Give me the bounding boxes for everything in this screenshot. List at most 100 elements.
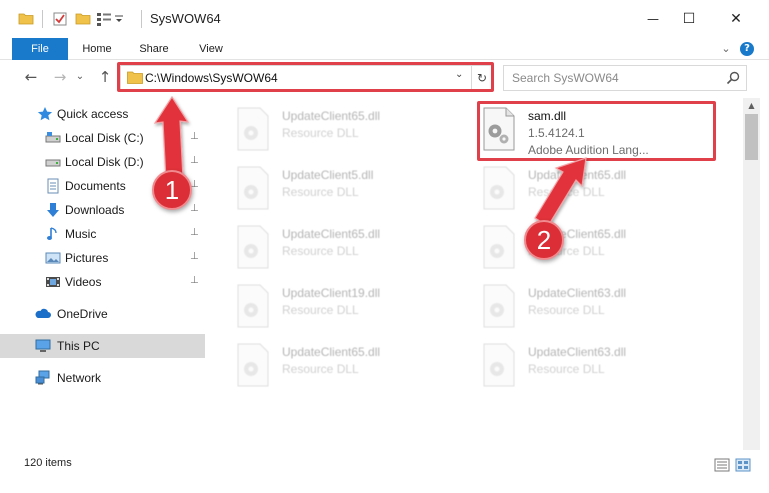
file-type: Resource DLL xyxy=(528,185,605,199)
file-name: UpdateClient65.dll xyxy=(282,109,381,123)
dll-file-icon xyxy=(237,107,269,151)
sidebar-item-network[interactable]: Network xyxy=(0,366,205,390)
title-bar: SysWOW64 — ☐ ✕ xyxy=(0,0,769,38)
large-icons-view-icon[interactable] xyxy=(735,458,751,472)
onedrive-icon xyxy=(35,308,51,318)
sidebar-item-onedrive[interactable]: OneDrive xyxy=(0,302,205,326)
list-item[interactable]: UpdateClient65.dll Resource DLL xyxy=(480,161,715,217)
new-folder-icon[interactable] xyxy=(75,11,91,27)
scroll-thumb[interactable] xyxy=(745,114,758,160)
ribbon-tabs: File Home Share View ⌄ ? xyxy=(0,38,769,60)
dll-file-icon xyxy=(483,166,515,210)
tab-view[interactable]: View xyxy=(188,38,234,60)
tab-file[interactable]: File xyxy=(12,38,68,60)
sidebar-item-label: Downloads xyxy=(65,203,125,217)
maximize-button[interactable]: ☐ xyxy=(666,0,712,38)
step-badge-1: 1 xyxy=(152,170,192,210)
dll-file-icon xyxy=(237,343,269,387)
view-options-icon[interactable] xyxy=(96,11,112,27)
list-item[interactable]: UpdateClient65.dll Resource DLL xyxy=(234,338,469,394)
sidebar-item-label: Videos xyxy=(65,275,102,289)
list-item[interactable]: UpdateClient65.dll Resource DLL xyxy=(480,220,715,276)
scroll-up-icon[interactable]: ▲ xyxy=(743,98,760,114)
file-highlight-box xyxy=(477,101,716,161)
navigation-pane: Quick access Local Disk (C:) ⊥ Local Dis… xyxy=(0,98,210,450)
network-icon xyxy=(35,370,50,385)
pin-icon: ⊥ xyxy=(190,227,199,238)
vertical-scrollbar[interactable]: ▲ xyxy=(743,98,760,450)
dll-file-icon xyxy=(483,343,515,387)
recent-locations-button[interactable]: ⌄ xyxy=(74,67,86,87)
file-type: Resource DLL xyxy=(528,362,605,376)
file-type: Resource DLL xyxy=(282,185,359,199)
file-name: UpdateClient63.dll xyxy=(528,286,627,300)
search-input[interactable] xyxy=(512,70,717,86)
file-type: Resource DLL xyxy=(282,126,359,140)
dll-file-icon xyxy=(237,166,269,210)
pin-icon: ⊥ xyxy=(190,275,199,286)
title-separator xyxy=(42,10,43,28)
help-icon[interactable]: ? xyxy=(740,42,754,56)
customize-quick-access-icon[interactable] xyxy=(114,11,124,27)
close-button[interactable]: ✕ xyxy=(713,0,759,38)
tab-home[interactable]: Home xyxy=(74,38,120,60)
pictures-icon xyxy=(45,252,61,264)
pin-icon: ⊥ xyxy=(190,155,199,166)
pin-icon: ⊥ xyxy=(190,131,199,142)
file-type: Resource DLL xyxy=(282,303,359,317)
sidebar-item-local-disk-c[interactable]: Local Disk (C:) ⊥ xyxy=(0,126,205,150)
pin-icon: ⊥ xyxy=(190,251,199,262)
up-button[interactable]: ↑ xyxy=(95,67,115,87)
sidebar-item-music[interactable]: Music ⊥ xyxy=(0,222,205,246)
search-icon[interactable] xyxy=(726,71,740,85)
back-button[interactable]: ← xyxy=(21,67,41,87)
videos-icon xyxy=(46,277,60,287)
maximize-icon: ☐ xyxy=(682,11,696,27)
computer-icon xyxy=(35,339,51,352)
dll-file-icon xyxy=(483,284,515,328)
tab-share[interactable]: Share xyxy=(130,38,178,60)
dll-file-icon xyxy=(237,284,269,328)
list-item[interactable]: UpdateClient63.dll Resource DLL xyxy=(480,279,715,335)
list-item[interactable]: UpdateClient65.dll Resource DLL xyxy=(234,220,469,276)
sidebar-item-label: Documents xyxy=(65,179,126,193)
star-icon xyxy=(37,107,53,121)
window-title: SysWOW64 xyxy=(150,11,221,26)
drive-icon xyxy=(45,132,61,143)
documents-icon xyxy=(47,178,59,194)
sidebar-item-label: Pictures xyxy=(65,251,109,265)
sidebar-item-videos[interactable]: Videos ⊥ xyxy=(0,270,205,294)
title-separator xyxy=(141,10,142,28)
expand-ribbon-icon[interactable]: ⌄ xyxy=(719,42,733,56)
details-view-icon[interactable] xyxy=(714,458,730,472)
list-item[interactable]: UpdateClient19.dll Resource DLL xyxy=(234,279,469,335)
status-bar: 120 items xyxy=(0,452,769,478)
file-name: UpdateClient5.dll xyxy=(282,168,374,182)
file-type: Resource DLL xyxy=(528,303,605,317)
file-name: UpdateClient65.dll xyxy=(528,168,627,182)
folder-icon xyxy=(18,13,34,25)
list-item[interactable]: UpdateClient63.dll Resource DLL xyxy=(480,338,715,394)
sidebar-item-label: This PC xyxy=(57,339,100,353)
forward-button[interactable]: → xyxy=(50,67,70,87)
search-box[interactable] xyxy=(503,65,747,91)
list-item[interactable]: UpdateClient65.dll Resource DLL xyxy=(234,102,469,158)
list-item[interactable]: UpdateClient5.dll Resource DLL xyxy=(234,161,469,217)
file-type: Resource DLL xyxy=(282,362,359,376)
sidebar-item-label: OneDrive xyxy=(57,307,108,321)
pin-icon: ⊥ xyxy=(190,203,199,214)
dll-file-icon xyxy=(237,225,269,269)
step-badge-2: 2 xyxy=(524,220,564,260)
sidebar-item-label: Network xyxy=(57,371,102,385)
close-icon: ✕ xyxy=(730,11,742,27)
sidebar-item-label: Local Disk (D:) xyxy=(65,155,144,169)
file-name: UpdateClient63.dll xyxy=(528,345,627,359)
properties-icon[interactable] xyxy=(52,11,68,27)
sidebar-item-this-pc[interactable]: This PC xyxy=(0,334,205,358)
file-type: Resource DLL xyxy=(282,244,359,258)
sidebar-item-pictures[interactable]: Pictures ⊥ xyxy=(0,246,205,270)
file-name: UpdateClient65.dll xyxy=(282,227,381,241)
drive-icon xyxy=(45,159,61,167)
file-name: UpdateClient65.dll xyxy=(282,345,381,359)
sidebar-item-quick-access[interactable]: Quick access xyxy=(0,102,205,126)
